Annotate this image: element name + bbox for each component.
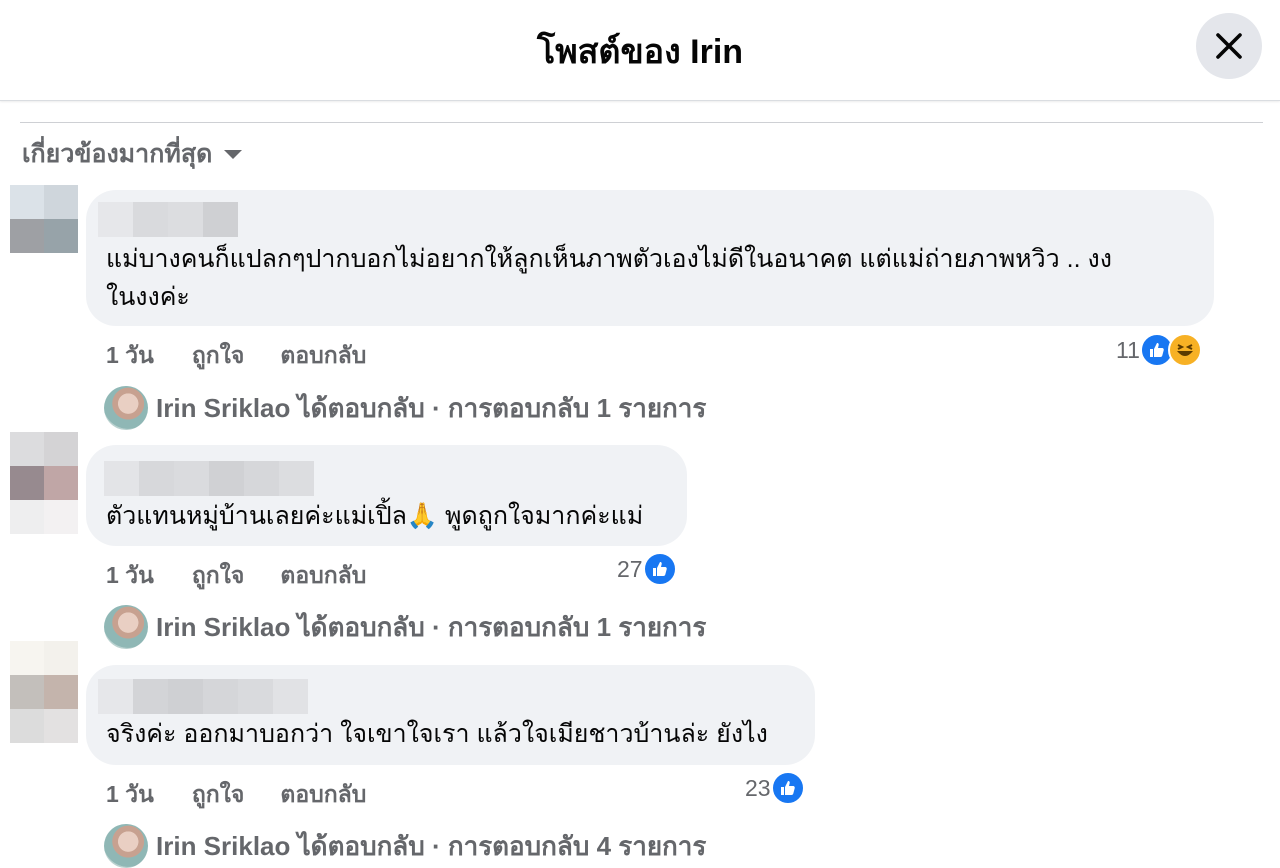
reaction-count: 27 [617,555,643,582]
comment-time[interactable]: 1 วัน [106,338,154,374]
close-icon [1216,33,1242,59]
haha-icon [1167,333,1202,367]
reaction-count: 23 [745,774,771,801]
reaction-summary[interactable]: 27 [617,552,677,586]
reply-summary: Irin Sriklao ได้ตอบกลับ · การตอบกลับ 4 ร… [156,830,707,861]
comment-bubble: ตัวแทนหมู่บ้านเลยค่ะแม่เปิ้ล🙏 พูดถูกใจมา… [86,445,687,546]
view-replies-link[interactable]: Irin Sriklao ได้ตอบกลับ · การตอบกลับ 4 ร… [104,824,706,868]
reply-button[interactable]: ตอบกลับ [280,558,366,594]
reply-avatar [104,386,148,430]
commenter-name[interactable] [98,679,308,714]
comment-text: ตัวแทนหมู่บ้านเลยค่ะแม่เปิ้ล🙏 พูดถูกใจมา… [106,502,644,530]
reaction-summary[interactable]: 11 [1116,333,1202,367]
reply-button[interactable]: ตอบกลับ [280,777,366,813]
reply-summary: Irin Sriklao ได้ตอบกลับ · การตอบกลับ 1 ร… [156,392,707,423]
sort-dropdown[interactable]: เกี่ยวข้องมากที่สุด [22,134,243,174]
caret-down-icon [224,149,243,159]
dialog-title: โพสต์ของ Irin [536,33,744,71]
like-button[interactable]: ถูกใจ [192,558,245,594]
like-icon [642,552,677,586]
like-button[interactable]: ถูกใจ [192,338,245,374]
comment-actions: 1 วัน ถูกใจ ตอบกลับ [106,338,402,374]
comment-actions: 1 วัน ถูกใจ ตอบกลับ [106,558,402,594]
divider [20,122,1263,123]
reply-avatar [104,824,148,868]
view-replies-link[interactable]: Irin Sriklao ได้ตอบกลับ · การตอบกลับ 1 ร… [104,605,706,649]
commenter-name[interactable] [104,461,314,496]
comment-text: แม่บางคนก็แปลกๆปากบอกไม่อยากให้ลูกเห็นภา… [106,245,1112,311]
avatar[interactable] [10,641,78,743]
avatar[interactable] [10,185,78,287]
view-replies-link[interactable]: Irin Sriklao ได้ตอบกลับ · การตอบกลับ 1 ร… [104,386,706,430]
like-icon [770,771,805,805]
comment-actions: 1 วัน ถูกใจ ตอบกลับ [106,777,402,813]
reply-button[interactable]: ตอบกลับ [280,338,366,374]
close-button[interactable] [1196,13,1262,79]
comment-bubble: แม่บางคนก็แปลกๆปากบอกไม่อยากให้ลูกเห็นภา… [86,190,1214,326]
comment-text: จริงค่ะ ออกมาบอกว่า ใจเขาใจเรา แล้วใจเมี… [106,720,768,748]
reply-summary: Irin Sriklao ได้ตอบกลับ · การตอบกลับ 1 ร… [156,611,707,642]
avatar[interactable] [10,432,78,534]
commenter-name[interactable] [98,202,238,237]
reaction-summary[interactable]: 23 [745,771,805,805]
like-button[interactable]: ถูกใจ [192,777,245,813]
sort-label: เกี่ยวข้องมากที่สุด [22,140,213,168]
reply-avatar [104,605,148,649]
reaction-count: 11 [1116,336,1140,363]
comment-time[interactable]: 1 วัน [106,777,154,813]
dialog-header: โพสต์ของ Irin [0,0,1280,101]
comment-bubble: จริงค่ะ ออกมาบอกว่า ใจเขาใจเรา แล้วใจเมี… [86,665,815,765]
comment-time[interactable]: 1 วัน [106,558,154,594]
